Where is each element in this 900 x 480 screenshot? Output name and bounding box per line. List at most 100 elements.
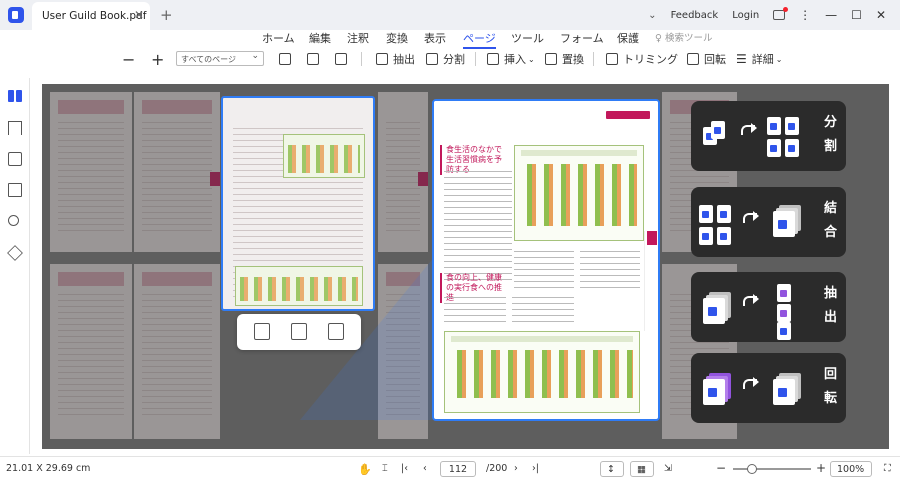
menu-form[interactable]: フォーム bbox=[560, 30, 604, 46]
bar-chart-image bbox=[514, 145, 644, 241]
rotate-pages-icon bbox=[703, 379, 725, 405]
crop-icon bbox=[606, 53, 618, 65]
rotate-button[interactable]: 回転 bbox=[687, 47, 726, 71]
page-number-input[interactable]: 112 bbox=[440, 461, 476, 477]
document-icon bbox=[717, 227, 731, 245]
arrow-icon bbox=[743, 211, 759, 225]
zoom-slider-knob[interactable] bbox=[747, 464, 757, 474]
details-button[interactable]: ☰ 詳細 ⌄ bbox=[736, 47, 782, 71]
fit-page-icon[interactable]: ⛶ bbox=[884, 463, 891, 474]
document-icon bbox=[777, 322, 791, 340]
document-icon bbox=[777, 304, 791, 322]
menu-protect[interactable]: 保護 bbox=[617, 30, 639, 46]
chevron-down-icon: ⌄ bbox=[775, 54, 783, 64]
page-toolbar: − + 抽出 分割 挿入 ⌄ 置換 トリミング 回転 ☰ 詳細 ⌄ bbox=[0, 47, 900, 71]
details-label: 詳細 bbox=[751, 53, 774, 66]
search-tools[interactable]: ♀ 検索ツール bbox=[655, 30, 713, 44]
page-size: 21.01 X 29.69 cm bbox=[6, 463, 91, 474]
page-range-select[interactable]: すべてのページ bbox=[176, 51, 264, 66]
maximize-icon[interactable]: ☐ bbox=[851, 8, 862, 22]
layers-icon[interactable] bbox=[7, 245, 23, 261]
select-tool-icon[interactable]: ⌶ bbox=[382, 463, 388, 474]
selected-page-thumbnail[interactable] bbox=[221, 96, 375, 311]
trim-button[interactable]: トリミング bbox=[606, 47, 678, 71]
zoom-in-icon[interactable]: + bbox=[151, 47, 164, 71]
delete-page-icon[interactable] bbox=[335, 47, 352, 71]
fit-height-icon[interactable]: ↕ bbox=[600, 461, 624, 477]
menu-annotate[interactable]: 注釈 bbox=[347, 30, 369, 46]
zoom-out-icon[interactable]: − bbox=[122, 47, 135, 71]
page-layout-icon[interactable]: ▦ bbox=[630, 461, 654, 477]
first-page-icon[interactable]: |‹ bbox=[401, 463, 408, 474]
total-pages: /200 bbox=[486, 463, 508, 474]
feature-card-rotate: 回転 bbox=[691, 353, 846, 423]
thumbnail-chart bbox=[235, 266, 363, 306]
page-icon[interactable] bbox=[8, 183, 22, 197]
menu-edit[interactable]: 編集 bbox=[309, 30, 331, 46]
search-tools-label: 検索ツール bbox=[665, 33, 713, 44]
document-icon bbox=[767, 139, 781, 157]
hand-tool-icon[interactable]: ✋ bbox=[358, 463, 372, 476]
insert-label: 挿入 bbox=[504, 53, 526, 66]
login-link[interactable]: Login bbox=[732, 10, 759, 21]
delete-page-icon[interactable] bbox=[328, 323, 344, 340]
menu-lines-icon: ☰ bbox=[736, 52, 747, 66]
fullscreen-icon[interactable]: ⇲ bbox=[664, 463, 672, 474]
extract-button[interactable]: 抽出 bbox=[376, 47, 415, 71]
page-header-badge bbox=[606, 111, 650, 119]
document-stack-icon bbox=[773, 211, 795, 237]
insert-before-icon[interactable] bbox=[254, 323, 270, 340]
title-bar: User Guild Book.pdf ✕ + ⌄ Feedback Login… bbox=[0, 0, 900, 30]
menu-page[interactable]: ページ bbox=[463, 30, 496, 49]
split-button[interactable]: 分割 bbox=[426, 47, 465, 71]
feature-label: 抽出 bbox=[824, 286, 838, 325]
thumbnails-icon[interactable] bbox=[8, 90, 22, 102]
tab-title: User Guild Book.pdf bbox=[42, 10, 147, 22]
more-icon[interactable]: ⋮ bbox=[799, 8, 811, 22]
feature-card-extract: 抽出 bbox=[691, 272, 846, 342]
arrow-icon bbox=[743, 294, 759, 308]
zoom-slider[interactable] bbox=[733, 464, 811, 474]
feedback-link[interactable]: Feedback bbox=[671, 10, 719, 21]
main-menu: ホーム 編集 注釈 変換 表示 ページ ツール フォーム 保護 ♀ 検索ツール bbox=[0, 30, 900, 49]
menu-convert[interactable]: 変換 bbox=[386, 30, 408, 46]
comment-icon[interactable] bbox=[8, 152, 22, 166]
menu-view[interactable]: 表示 bbox=[424, 30, 446, 46]
split-label: 分割 bbox=[443, 53, 465, 66]
plus-icon[interactable]: + bbox=[160, 6, 173, 24]
document-tab[interactable]: User Guild Book.pdf ✕ bbox=[32, 2, 150, 30]
page-side-tab bbox=[644, 231, 658, 331]
zoom-in-icon[interactable]: + bbox=[816, 461, 826, 475]
feature-card-split: 分割 bbox=[691, 101, 846, 171]
split-icon bbox=[426, 53, 438, 65]
status-bar: 21.01 X 29.69 cm ✋ ⌶ |‹ ‹ 112 /200 › ›| … bbox=[0, 456, 900, 480]
insert-button[interactable]: 挿入 ⌄ bbox=[487, 47, 535, 71]
document-icon bbox=[777, 284, 791, 302]
search-icon[interactable] bbox=[8, 215, 19, 226]
document-icon bbox=[717, 205, 731, 223]
menu-tools[interactable]: ツール bbox=[511, 30, 544, 46]
close-window-icon[interactable]: ✕ bbox=[876, 8, 886, 22]
minimize-icon[interactable]: — bbox=[825, 8, 837, 22]
insert-after-icon[interactable] bbox=[307, 47, 324, 71]
rotate-icon bbox=[687, 53, 699, 65]
bookmark-icon[interactable] bbox=[8, 121, 22, 135]
next-page-icon[interactable]: › bbox=[514, 463, 518, 474]
chevron-down-icon[interactable]: ⌄ bbox=[648, 10, 656, 21]
message-icon[interactable] bbox=[773, 7, 789, 20]
zoom-level-select[interactable]: 100% bbox=[830, 461, 872, 477]
divider bbox=[361, 52, 362, 66]
thumbnail-actions bbox=[237, 314, 361, 350]
insert-before-icon[interactable] bbox=[279, 47, 296, 71]
close-icon[interactable]: ✕ bbox=[134, 8, 144, 22]
zoomed-page-preview: 食生活のなかで生活習慣病を予防する 食の向上、健康の実行食への推進 bbox=[432, 99, 660, 421]
prev-page-icon[interactable]: ‹ bbox=[423, 463, 427, 474]
replace-label: 置換 bbox=[562, 53, 584, 66]
insert-after-icon[interactable] bbox=[291, 323, 307, 340]
last-page-icon[interactable]: ›| bbox=[532, 463, 539, 474]
replace-button[interactable]: 置換 bbox=[545, 47, 584, 71]
text-block bbox=[512, 297, 574, 327]
zoom-out-icon[interactable]: − bbox=[716, 461, 726, 475]
extract-pages-icon bbox=[703, 298, 725, 324]
menu-home[interactable]: ホーム bbox=[262, 30, 295, 46]
